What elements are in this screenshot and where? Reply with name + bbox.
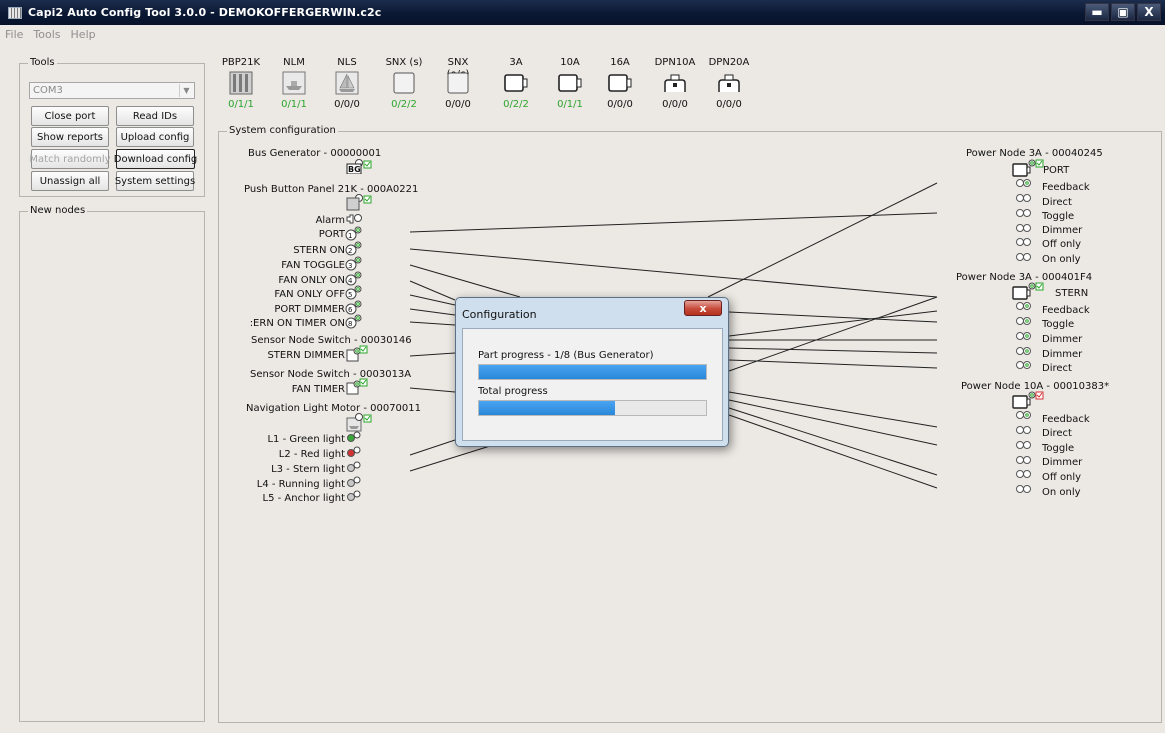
dialog-body: Part progress - 1/8 (Bus Generator) Tota… <box>462 328 723 441</box>
connection-line <box>409 387 456 393</box>
nav-light-motor-label: Navigation Light Motor - 00070011 <box>246 403 422 414</box>
part-progress-label: Part progress - 1/8 (Bus Generator) <box>478 350 654 361</box>
sensor-switch-2-label: Sensor Node Switch - 0003013A <box>250 369 412 380</box>
power-node-icon[interactable] <box>1012 281 1044 301</box>
dialog-title: Configuration <box>462 308 537 321</box>
pbp-item-stern-on-timer: :ERN ON TIMER ON <box>249 318 345 329</box>
sensor-switch-1-label: Sensor Node Switch - 00030146 <box>251 335 412 346</box>
pn2-output-dimmer: Dimmer <box>1042 334 1083 345</box>
pbp-item-fan-toggle: FAN TOGGLE <box>281 260 345 271</box>
boat-icon[interactable] <box>346 412 372 432</box>
pn1-output-dimmer: Dimmer <box>1042 225 1083 236</box>
pbp-number: 6 <box>348 306 353 314</box>
connection-line <box>409 308 456 316</box>
connection-line <box>728 407 938 476</box>
light-bulb-icon <box>347 449 355 457</box>
total-progress-label: Total progress <box>478 386 548 397</box>
pn2-output-toggle: Toggle <box>1042 319 1075 330</box>
connection-line <box>728 414 938 489</box>
light-bulb-icon <box>347 479 355 487</box>
pn3-output-feedback: Feedback <box>1042 414 1090 425</box>
pn3-output-toggle: Toggle <box>1042 443 1075 454</box>
connection-line <box>409 294 456 306</box>
sensor-switch-1-item: STERN DIMMER <box>267 350 345 361</box>
light-bulb-icon <box>347 434 355 442</box>
pn1-output-feedback: Feedback <box>1042 182 1090 193</box>
pbp-label: Push Button Panel 21K - 000A0221 <box>244 184 419 195</box>
power-node-3-outputs <box>1016 411 1031 493</box>
connection-line <box>409 248 938 298</box>
connection-line <box>409 280 456 301</box>
pn3-output-on-only: On only <box>1042 487 1081 498</box>
pbp-number: 5 <box>348 291 353 299</box>
pn2-output-dimmer-2: Dimmer <box>1042 349 1083 360</box>
pbp-item-port-dimmer: PORT DIMMER <box>274 304 345 315</box>
light-bulb-icon <box>347 464 355 472</box>
pn3-output-dimmer: Dimmer <box>1042 457 1083 468</box>
total-progress-bar <box>478 400 707 416</box>
power-node-1-outputs <box>1016 179 1031 261</box>
connection-line <box>409 439 456 456</box>
pn3-output-off-only: Off only <box>1042 472 1082 483</box>
pn2-output-direct: Direct <box>1042 363 1072 374</box>
dialog-close-button[interactable]: x <box>684 300 722 316</box>
sensor-switch-2-item: FAN TIMER <box>291 384 345 395</box>
connection-line <box>409 445 491 472</box>
power-node-2-name: STERN <box>1055 288 1089 299</box>
connection-line <box>728 347 938 354</box>
pn1-output-off-only: Off only <box>1042 239 1082 250</box>
nav-item-green: L1 - Green light <box>267 434 345 445</box>
pn1-output-direct: Direct <box>1042 197 1072 208</box>
power-node-icon[interactable] <box>1012 390 1044 410</box>
connection-line <box>728 296 938 372</box>
pbp-number: 2 <box>348 247 353 255</box>
nav-item-stern: L3 - Stern light <box>271 464 345 475</box>
pbp-item-fan-only-on: FAN ONLY ON <box>278 275 345 286</box>
pn1-output-on-only: On only <box>1042 254 1081 265</box>
pbp-item-alarm: Alarm <box>315 215 345 226</box>
pn1-output-toggle: Toggle <box>1042 211 1075 222</box>
nav-item-anchor: L5 - Anchor light <box>262 493 346 504</box>
connection-line <box>728 310 938 337</box>
sensor-switch-icon[interactable] <box>346 344 368 364</box>
connection-line <box>409 352 456 357</box>
bg-badge: BG <box>348 165 361 174</box>
nav-item-running: L4 - Running light <box>256 479 345 490</box>
connection-line <box>707 182 938 298</box>
nav-light-connectors <box>347 431 361 501</box>
button-panel-icon[interactable] <box>346 193 372 211</box>
connection-line <box>409 321 456 326</box>
connection-line <box>728 359 938 369</box>
alarm-speaker-icon <box>346 214 354 224</box>
pn3-output-direct: Direct <box>1042 428 1072 439</box>
power-node-1-name: PORT <box>1043 165 1070 176</box>
connection-line <box>728 311 938 323</box>
part-progress-bar <box>478 364 707 380</box>
nav-item-red: L2 - Red light <box>278 449 345 460</box>
configuration-dialog[interactable]: Configuration x Part progress - 1/8 (Bus… <box>455 297 729 447</box>
pn2-output-feedback: Feedback <box>1042 305 1090 316</box>
pbp-number: 3 <box>348 262 353 270</box>
power-node-icon[interactable] <box>1012 158 1044 178</box>
power-node-2-outputs <box>1016 302 1031 369</box>
connection-line <box>728 391 938 428</box>
pbp-item-port: PORT <box>318 229 345 240</box>
connection-line <box>728 399 938 446</box>
connection-line <box>409 264 521 298</box>
pbp-number: 1 <box>348 232 353 240</box>
part-progress-fill <box>479 365 706 379</box>
pbp-number: 8 <box>348 320 353 328</box>
pbp-item-stern-on: STERN ON <box>293 245 345 256</box>
total-progress-fill <box>479 401 616 415</box>
pbp-number: 4 <box>348 277 353 285</box>
pbp-item-fan-only-off: FAN ONLY OFF <box>274 289 345 300</box>
light-bulb-icon <box>347 493 355 501</box>
sensor-switch-icon[interactable] <box>346 377 368 397</box>
